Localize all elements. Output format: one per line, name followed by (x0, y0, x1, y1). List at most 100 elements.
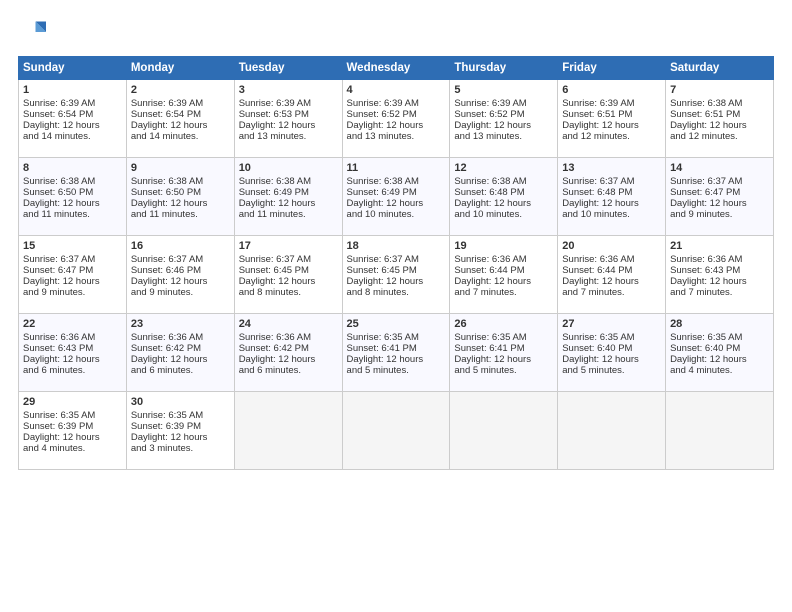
sunrise-text: Sunrise: 6:38 AM (131, 176, 203, 187)
day-number: 15 (23, 240, 122, 252)
calendar-cell: 22Sunrise: 6:36 AMSunset: 6:43 PMDayligh… (19, 314, 127, 392)
daylight-label: Daylight: 12 hours (131, 198, 208, 209)
calendar-week-1: 1 Sunrise: 6:39 AM Sunset: 6:54 PM Daylight… (19, 80, 774, 158)
calendar-week-3: 15Sunrise: 6:37 AMSunset: 6:47 PMDayligh… (19, 236, 774, 314)
daylight-label: Daylight: 12 hours (347, 354, 424, 365)
day-number: 6 (562, 84, 661, 96)
daylight-label: Daylight: 12 hours (562, 354, 639, 365)
daylight-minutes: and 11 minutes. (239, 209, 306, 220)
day-number: 16 (131, 240, 230, 252)
sunset-text: Sunset: 6:51 PM (670, 109, 740, 120)
day-number: 8 (23, 162, 122, 174)
daylight-minutes: and 4 minutes. (23, 443, 85, 454)
daylight-label: Daylight: 12 hours (562, 198, 639, 209)
calendar-cell: 11Sunrise: 6:38 AMSunset: 6:49 PMDayligh… (342, 158, 450, 236)
sunset-text: Sunset: 6:53 PM (239, 109, 309, 120)
day-number: 26 (454, 318, 553, 330)
daylight-minutes: and 13 minutes. (239, 131, 307, 142)
sunset-text: Sunset: 6:52 PM (454, 109, 524, 120)
calendar-cell (666, 392, 774, 470)
sunset-text: Sunset: 6:49 PM (239, 187, 309, 198)
daylight-minutes: and 5 minutes. (347, 365, 409, 376)
sunset-text: Sunset: 6:45 PM (239, 265, 309, 276)
daylight-label: Daylight: 12 hours (670, 354, 747, 365)
sunrise-text: Sunrise: 6:39 AM (131, 98, 203, 109)
daylight-minutes: and 3 minutes. (131, 443, 193, 454)
sunrise-text: Sunrise: 6:35 AM (454, 332, 526, 343)
calendar-cell: 7Sunrise: 6:38 AMSunset: 6:51 PMDaylight… (666, 80, 774, 158)
calendar-cell: 4Sunrise: 6:39 AMSunset: 6:52 PMDaylight… (342, 80, 450, 158)
sunset-text: Sunset: 6:47 PM (23, 265, 93, 276)
daylight-minutes: and 6 minutes. (23, 365, 85, 376)
th-thursday: Thursday (450, 57, 558, 80)
calendar-cell: 30Sunrise: 6:35 AMSunset: 6:39 PMDayligh… (126, 392, 234, 470)
sunrise-text: Sunrise: 6:38 AM (670, 98, 742, 109)
calendar-cell: 18Sunrise: 6:37 AMSunset: 6:45 PMDayligh… (342, 236, 450, 314)
th-friday: Friday (558, 57, 666, 80)
sunrise-text: Sunrise: 6:35 AM (347, 332, 419, 343)
sunset-text: Sunset: 6:39 PM (23, 421, 93, 432)
daylight-label: Daylight: 12 hours (454, 198, 531, 209)
sunset-text: Sunset: 6:42 PM (131, 343, 201, 354)
daylight-label: Daylight: 12 hours (670, 120, 747, 131)
calendar-cell: 12Sunrise: 6:38 AMSunset: 6:48 PMDayligh… (450, 158, 558, 236)
sunrise-text: Sunrise: 6:37 AM (670, 176, 742, 187)
daylight-minutes: and 9 minutes. (131, 287, 193, 298)
daylight-label: Daylight: 12 hours (454, 276, 531, 287)
calendar-cell: 9Sunrise: 6:38 AMSunset: 6:50 PMDaylight… (126, 158, 234, 236)
sunset-text: Sunset: 6:44 PM (562, 265, 632, 276)
sunrise-text: Sunrise: 6:35 AM (23, 410, 95, 421)
day-number: 28 (670, 318, 769, 330)
daylight-label: Daylight: 12 hours (239, 198, 316, 209)
calendar-week-5: 29Sunrise: 6:35 AMSunset: 6:39 PMDayligh… (19, 392, 774, 470)
daylight-minutes: and 9 minutes. (670, 209, 732, 220)
day-number: 14 (670, 162, 769, 174)
calendar-cell: 27Sunrise: 6:35 AMSunset: 6:40 PMDayligh… (558, 314, 666, 392)
day-number: 27 (562, 318, 661, 330)
calendar-cell: 5Sunrise: 6:39 AMSunset: 6:52 PMDaylight… (450, 80, 558, 158)
day-number: 30 (131, 396, 230, 408)
calendar-cell: 3Sunrise: 6:39 AMSunset: 6:53 PMDaylight… (234, 80, 342, 158)
day-number: 25 (347, 318, 446, 330)
daylight-minutes: and 5 minutes. (562, 365, 624, 376)
daylight-label: Daylight: 12 hours (23, 198, 100, 209)
calendar-cell: 8Sunrise: 6:38 AMSunset: 6:50 PMDaylight… (19, 158, 127, 236)
calendar-cell (234, 392, 342, 470)
calendar-cell: 24Sunrise: 6:36 AMSunset: 6:42 PMDayligh… (234, 314, 342, 392)
calendar-table: Sunday Monday Tuesday Wednesday Thursday… (18, 56, 774, 470)
sunset-text: Sunset: 6:43 PM (23, 343, 93, 354)
day-number: 5 (454, 84, 553, 96)
calendar-cell: 6Sunrise: 6:39 AMSunset: 6:51 PMDaylight… (558, 80, 666, 158)
daylight-label: Daylight: 12 hours (562, 120, 639, 131)
daylight-minutes: and 10 minutes. (347, 209, 415, 220)
logo-icon (18, 18, 46, 46)
sunrise-text: Sunrise: 6:38 AM (347, 176, 419, 187)
header-row: Sunday Monday Tuesday Wednesday Thursday… (19, 57, 774, 80)
calendar-cell: 25Sunrise: 6:35 AMSunset: 6:41 PMDayligh… (342, 314, 450, 392)
sunrise-text: Sunrise: 6:39 AM (239, 98, 311, 109)
daylight-label: Daylight: 12 hours (670, 276, 747, 287)
daylight-minutes: and 7 minutes. (454, 287, 516, 298)
calendar-cell: 17Sunrise: 6:37 AMSunset: 6:45 PMDayligh… (234, 236, 342, 314)
sunrise-text: Sunrise: 6:35 AM (670, 332, 742, 343)
day-number: 1 (23, 84, 122, 96)
daylight-label: Daylight: 12 hours (347, 198, 424, 209)
day-number: 22 (23, 318, 122, 330)
sunset-text: Sunset: 6:43 PM (670, 265, 740, 276)
day-number: 19 (454, 240, 553, 252)
th-wednesday: Wednesday (342, 57, 450, 80)
daylight-minutes: and 14 minutes. (23, 131, 91, 142)
daylight-minutes: and 6 minutes. (239, 365, 301, 376)
daylight-label: Daylight: 12 hours (454, 354, 531, 365)
sunset-text: Sunset: 6:42 PM (239, 343, 309, 354)
sunrise-text: Sunrise: 6:36 AM (239, 332, 311, 343)
daylight-minutes: and 14 minutes. (131, 131, 199, 142)
sunrise-text: Sunrise: 6:36 AM (131, 332, 203, 343)
sunrise-text: Sunrise: 6:38 AM (23, 176, 95, 187)
sunrise-text: Sunrise: 6:36 AM (562, 254, 634, 265)
calendar-cell: 26Sunrise: 6:35 AMSunset: 6:41 PMDayligh… (450, 314, 558, 392)
sunset-text: Sunset: 6:54 PM (23, 109, 93, 120)
day-number: 18 (347, 240, 446, 252)
th-tuesday: Tuesday (234, 57, 342, 80)
daylight-minutes: and 4 minutes. (670, 365, 732, 376)
